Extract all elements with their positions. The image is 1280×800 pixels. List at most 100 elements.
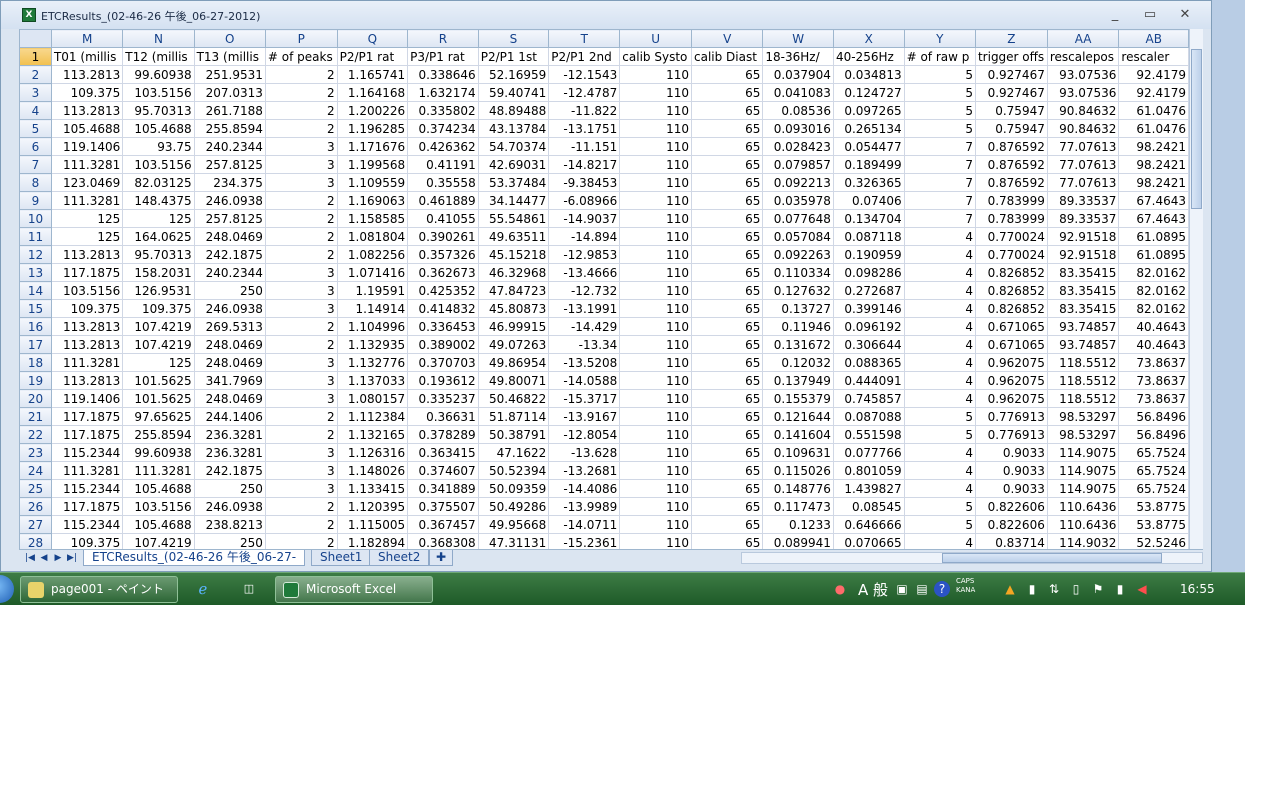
- cell-x7[interactable]: 0.189499: [832, 155, 905, 174]
- cell-q18[interactable]: 1.132776: [336, 353, 409, 372]
- cell-r28[interactable]: 0.368308: [407, 533, 479, 549]
- cell-y24[interactable]: 4: [903, 461, 976, 480]
- cell-p23[interactable]: 3: [264, 443, 338, 462]
- cell-t5[interactable]: -13.1751: [548, 119, 621, 138]
- cell-t18[interactable]: -13.5208: [548, 353, 621, 372]
- cell-v6[interactable]: 65: [690, 137, 764, 156]
- cell-p18[interactable]: 3: [264, 353, 338, 372]
- cell-aa15[interactable]: 83.35415: [1046, 299, 1120, 318]
- cell-o2[interactable]: 251.9531: [193, 65, 266, 84]
- cell-aa14[interactable]: 83.35415: [1046, 281, 1120, 300]
- cell-p26[interactable]: 2: [264, 497, 338, 516]
- cell-t20[interactable]: -15.3717: [548, 389, 621, 408]
- cell-z6[interactable]: 0.876592: [974, 137, 1048, 156]
- select-all-corner[interactable]: [19, 29, 52, 48]
- cell-q3[interactable]: 1.164168: [336, 83, 409, 102]
- cell-n6[interactable]: 93.75: [122, 137, 195, 156]
- cell-x28[interactable]: 0.070665: [832, 533, 905, 549]
- cell-s16[interactable]: 46.99915: [477, 317, 550, 336]
- row-header[interactable]: 4: [19, 101, 52, 120]
- cell-p24[interactable]: 3: [264, 461, 338, 480]
- cell-x14[interactable]: 0.272687: [832, 281, 905, 300]
- cell-x12[interactable]: 0.190959: [832, 245, 905, 264]
- cell-v11[interactable]: 65: [690, 227, 764, 246]
- cell-ab9[interactable]: 67.4643: [1118, 191, 1189, 210]
- cell-q25[interactable]: 1.133415: [336, 479, 409, 498]
- cell-z17[interactable]: 0.671065: [974, 335, 1048, 354]
- cell-y1[interactable]: # of raw p: [903, 47, 976, 66]
- cell-w6[interactable]: 0.028423: [762, 137, 834, 156]
- cell-w13[interactable]: 0.110334: [762, 263, 834, 282]
- cell-q23[interactable]: 1.126316: [336, 443, 409, 462]
- cell-n12[interactable]: 95.70313: [122, 245, 195, 264]
- cell-s14[interactable]: 47.84723: [477, 281, 550, 300]
- cell-m28[interactable]: 109.375: [50, 533, 124, 549]
- cell-v23[interactable]: 65: [690, 443, 764, 462]
- cell-v19[interactable]: 65: [690, 371, 764, 390]
- cell-u24[interactable]: 110: [619, 461, 692, 480]
- vertical-scroll-thumb[interactable]: [1191, 49, 1202, 209]
- cell-y13[interactable]: 4: [903, 263, 976, 282]
- cell-aa2[interactable]: 93.07536: [1046, 65, 1120, 84]
- cell-n28[interactable]: 107.4219: [122, 533, 195, 549]
- cell-t11[interactable]: -14.894: [548, 227, 621, 246]
- cell-m1[interactable]: T01 (millis: [50, 47, 124, 66]
- cell-y10[interactable]: 7: [903, 209, 976, 228]
- cell-p17[interactable]: 2: [264, 335, 338, 354]
- device-icon[interactable]: ▯: [1068, 581, 1084, 597]
- cell-p9[interactable]: 2: [264, 191, 338, 210]
- cell-u1[interactable]: calib Systo: [619, 47, 692, 66]
- cell-o6[interactable]: 240.2344: [193, 137, 266, 156]
- cell-n20[interactable]: 101.5625: [122, 389, 195, 408]
- cell-o1[interactable]: T13 (millis: [193, 47, 266, 66]
- cell-o14[interactable]: 250: [193, 281, 266, 300]
- cell-p20[interactable]: 3: [264, 389, 338, 408]
- cell-o16[interactable]: 269.5313: [193, 317, 266, 336]
- cell-u25[interactable]: 110: [619, 479, 692, 498]
- first-sheet-icon[interactable]: |◀: [23, 551, 37, 565]
- cell-q5[interactable]: 1.196285: [336, 119, 409, 138]
- cell-z12[interactable]: 0.770024: [974, 245, 1048, 264]
- cell-p22[interactable]: 2: [264, 425, 338, 444]
- cell-m13[interactable]: 117.1875: [50, 263, 124, 282]
- cell-m6[interactable]: 119.1406: [50, 137, 124, 156]
- column-header-s[interactable]: S: [477, 29, 550, 48]
- cell-r17[interactable]: 0.389002: [407, 335, 479, 354]
- cell-x16[interactable]: 0.096192: [832, 317, 905, 336]
- clock[interactable]: 16:55: [1180, 582, 1215, 596]
- row-header[interactable]: 6: [19, 137, 52, 156]
- cell-w28[interactable]: 0.089941: [762, 533, 834, 549]
- cell-m20[interactable]: 119.1406: [50, 389, 124, 408]
- cell-q10[interactable]: 1.158585: [336, 209, 409, 228]
- cell-s11[interactable]: 49.63511: [477, 227, 550, 246]
- cell-w26[interactable]: 0.117473: [762, 497, 834, 516]
- cell-v2[interactable]: 65: [690, 65, 764, 84]
- cell-r22[interactable]: 0.378289: [407, 425, 479, 444]
- cell-m17[interactable]: 113.2813: [50, 335, 124, 354]
- cell-t10[interactable]: -14.9037: [548, 209, 621, 228]
- cell-aa3[interactable]: 93.07536: [1046, 83, 1120, 102]
- cell-u6[interactable]: 110: [619, 137, 692, 156]
- cell-p28[interactable]: 2: [264, 533, 338, 549]
- switch-windows-icon[interactable]: ◫: [240, 580, 258, 598]
- cell-w16[interactable]: 0.11946: [762, 317, 834, 336]
- cell-aa28[interactable]: 114.9032: [1046, 533, 1120, 549]
- cell-u7[interactable]: 110: [619, 155, 692, 174]
- cell-v28[interactable]: 65: [690, 533, 764, 549]
- cell-t23[interactable]: -13.628: [548, 443, 621, 462]
- cell-u13[interactable]: 110: [619, 263, 692, 282]
- row-header[interactable]: 1: [19, 47, 52, 66]
- cell-n24[interactable]: 111.3281: [122, 461, 195, 480]
- cell-w15[interactable]: 0.13727: [762, 299, 834, 318]
- cell-y2[interactable]: 5: [903, 65, 976, 84]
- cell-y19[interactable]: 4: [903, 371, 976, 390]
- cell-y6[interactable]: 7: [903, 137, 976, 156]
- cell-w2[interactable]: 0.037904: [762, 65, 834, 84]
- cell-y11[interactable]: 4: [903, 227, 976, 246]
- cell-t1[interactable]: P2/P1 2nd: [548, 47, 621, 66]
- cell-y28[interactable]: 4: [903, 533, 976, 549]
- cell-n21[interactable]: 97.65625: [122, 407, 195, 426]
- cell-m22[interactable]: 117.1875: [50, 425, 124, 444]
- row-header[interactable]: 9: [19, 191, 52, 210]
- cell-v20[interactable]: 65: [690, 389, 764, 408]
